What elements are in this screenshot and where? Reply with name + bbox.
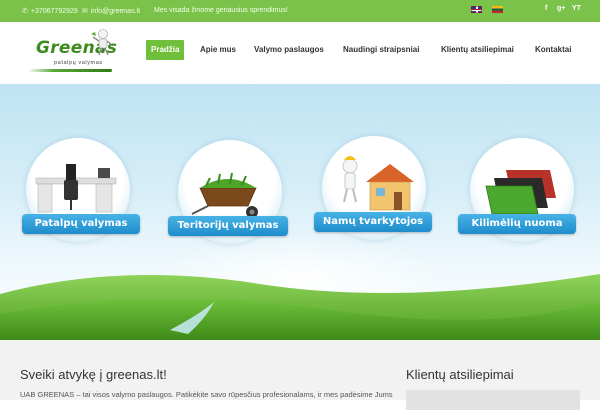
nav-item-apie-mus[interactable]: Apie mus [195, 40, 241, 60]
service-banner-namu[interactable]: Namų tvarkytojos [314, 212, 432, 232]
tagline-text: Mes visada žinome geriausius sprendimus! [154, 7, 288, 14]
service-banner-patalpu[interactable]: Patalpų valymas [22, 214, 140, 234]
nav-item-valymo-paslaugos[interactable]: Valymo paslaugos [249, 40, 329, 60]
welcome-title: Sveiki atvykę į greenas.lt! [20, 367, 167, 382]
nav-item-kontaktai[interactable]: Kontaktai [530, 40, 576, 60]
green-hills [0, 274, 600, 340]
logo-underline [28, 69, 112, 72]
youtube-icon[interactable]: YT [572, 5, 581, 12]
hero-slider: Patalpų valymas Teritorijų valymas Namų … [0, 84, 600, 340]
header: Greenas patalpų valymas Pradžia Apie mus… [0, 22, 600, 84]
nav-item-pradzia[interactable]: Pradžia [146, 40, 185, 60]
lt-flag-icon[interactable] [492, 6, 503, 13]
welcome-text: UAB GREENAS – tai visos valymo paslaugos… [20, 390, 393, 399]
phone-number: +37067792929 [30, 7, 78, 15]
logo-subtitle: patalpų valymas [54, 60, 103, 66]
google-plus-icon[interactable]: g+ [557, 5, 565, 12]
service-banner-teritoriju[interactable]: Teritorijų valymas [168, 216, 288, 236]
content-section: Sveiki atvykę į greenas.lt! UAB GREENAS … [0, 340, 600, 410]
phone-contact[interactable]: ✆ +37067792929 [22, 7, 78, 16]
email-icon: ✉ [82, 8, 88, 15]
reviews-box [406, 390, 580, 410]
tagline: Mes visada žinome geriausius sprendimus! [154, 7, 288, 14]
email-contact[interactable]: ✉ info@greenas.lt [82, 7, 141, 16]
facebook-icon[interactable]: f [545, 5, 547, 12]
nav-item-naudingi-straipsniai[interactable]: Naudingi straipsniai [338, 40, 424, 60]
en-flag-icon[interactable] [471, 6, 482, 13]
top-bar: ✆ +37067792929 ✉ info@greenas.lt Mes vis… [0, 0, 600, 22]
email-address: info@greenas.lt [90, 7, 141, 15]
main-nav: Pradžia Apie mus Valymo paslaugos Naudin… [0, 40, 600, 60]
service-banner-kilimeliu[interactable]: Kilimėlių nuoma [458, 214, 576, 234]
nav-item-klientu-atsiliepimai[interactable]: Klientų atsiliepimai [436, 40, 519, 60]
phone-icon: ✆ [22, 8, 28, 15]
reviews-title: Klientų atsiliepimai [406, 367, 514, 382]
